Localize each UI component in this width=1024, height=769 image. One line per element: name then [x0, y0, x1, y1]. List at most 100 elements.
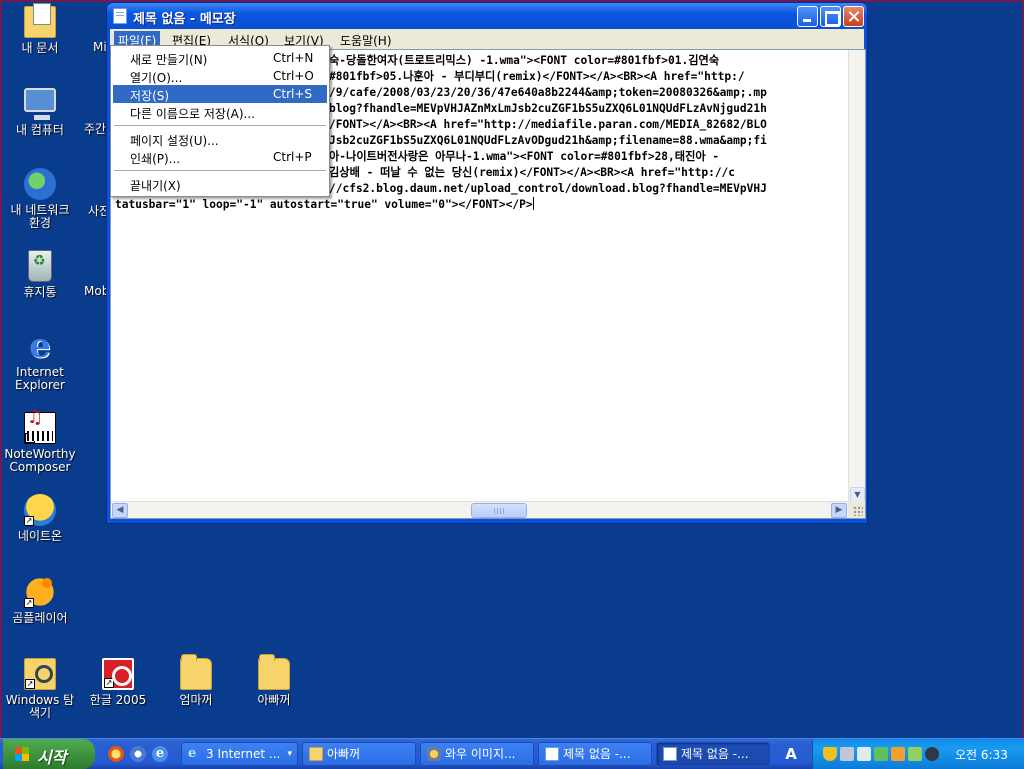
tray-update-icon[interactable] — [891, 747, 905, 761]
quicklaunch-ie-icon[interactable]: e — [152, 746, 168, 762]
hangul-2005-icon: ↗ — [102, 658, 134, 690]
close-button[interactable] — [843, 6, 864, 27]
desktop-icon-label: Internet Explorer — [15, 365, 65, 392]
menu-item-label: 저장(S) — [130, 89, 170, 103]
menu-item-save[interactable]: 저장(S) Ctrl+S — [113, 85, 327, 103]
system-tray: 오전 6:33 — [812, 739, 1024, 769]
window-title: 제목 없음 - 메모장 — [133, 12, 236, 27]
desktop-icon-label: 내 컴퓨터 — [16, 123, 64, 137]
notepad-icon — [545, 747, 559, 761]
image-viewer-icon — [427, 747, 441, 761]
menu-item-page-setup[interactable]: 페이지 설정(U)... — [113, 130, 327, 148]
desktop-icon-label: 내 문서 — [21, 41, 59, 55]
desktop-icon-internet-explorer[interactable]: e Internet Explorer — [4, 326, 76, 392]
desktop-icon-gom-player[interactable]: ↗ 곰플레이어 — [4, 576, 76, 625]
text-line: #801fbf>05.나훈아 - 부디부디(remix)</FONT></A><… — [329, 70, 745, 83]
desktop-icon-folder-dad[interactable]: 아빠꺼 — [238, 654, 310, 707]
desktop-icon-network[interactable]: 내 네트워크 환경 — [4, 168, 76, 230]
desktop-icon-label: NoteWorthy Composer — [4, 447, 76, 474]
group-arrow-icon: ▾ — [287, 749, 292, 759]
shortcut-arrow-icon: ↗ — [25, 679, 35, 689]
desktop-icon-hangul-2005[interactable]: ↗ 한글 2005 — [82, 658, 154, 707]
taskbar-button-notepad-2[interactable]: 제목 없음 -... — [656, 742, 770, 766]
desktop-icon-my-documents[interactable]: 내 문서 — [4, 3, 76, 55]
menu-item-shortcut: Ctrl+N — [273, 51, 314, 65]
taskbar-button-label: 3 Internet ... — [206, 747, 281, 761]
text-line-last: tatusbar="1" loop="-1" autostart="true" … — [115, 197, 534, 213]
menu-item-save-as[interactable]: 다른 이름으로 저장(A)... — [113, 103, 327, 121]
text-line: tatusbar="1" loop="-1" autostart="true" … — [115, 198, 533, 211]
text-line: 아-나이트버전사랑은 아무나-1.wma"><FONT color=#801fb… — [329, 150, 720, 163]
desktop-icon-noteworthy[interactable]: ↗ NoteWorthy Composer — [4, 411, 76, 474]
menu-item-shortcut: Ctrl+S — [273, 87, 313, 101]
desktop-icon-label: 네이트온 — [17, 529, 63, 543]
taskbar-button-folder[interactable]: 아빠꺼 — [302, 742, 416, 766]
noteworthy-composer-icon: ↗ — [24, 411, 56, 444]
network-status-icon[interactable] — [857, 747, 871, 761]
scroll-down-arrow-icon[interactable]: ▼ — [850, 487, 865, 502]
quicklaunch-media-icon[interactable] — [130, 746, 146, 762]
desktop-icon-my-computer[interactable]: 내 컴퓨터 — [4, 88, 76, 137]
internet-explorer-icon: e — [29, 326, 51, 366]
nateon-icon: ↗ — [24, 494, 56, 526]
tray-pen-icon[interactable] — [874, 747, 888, 761]
internet-explorer-icon: e — [188, 746, 197, 761]
menu-item-print[interactable]: 인쇄(P)... Ctrl+P — [113, 148, 327, 166]
network-places-icon — [24, 168, 56, 200]
language-indicator[interactable]: A — [780, 745, 802, 764]
taskbar-button-label: 제목 없음 -... — [681, 747, 749, 761]
desktop-icon-windows-explorer[interactable]: ↗ Windows 탐색기 — [4, 658, 76, 720]
start-button[interactable]: 시작 — [3, 739, 95, 769]
scroll-left-arrow-icon[interactable]: ◀ — [112, 503, 128, 518]
desktop-icon-label: 아빠꺼 — [257, 693, 291, 707]
menu-item-shortcut: Ctrl+O — [273, 69, 314, 83]
menu-help[interactable]: 도움말(H) — [336, 31, 396, 50]
taskbar-button-notepad-1[interactable]: 제목 없음 -... — [538, 742, 652, 766]
horizontal-scrollbar[interactable]: ◀ ▶ — [111, 501, 848, 518]
menu-item-exit[interactable]: 끝내기(X) — [113, 175, 327, 193]
menu-item-new[interactable]: 새로 만들기(N) Ctrl+N — [113, 49, 327, 67]
menu-separator — [114, 170, 326, 171]
desktop-icon-label: 휴지통 — [23, 285, 57, 299]
tray-app-icon[interactable] — [840, 747, 854, 761]
resize-grip-icon[interactable] — [848, 501, 865, 518]
security-shield-icon[interactable] — [823, 747, 837, 761]
quicklaunch-firefox-icon[interactable] — [108, 746, 124, 762]
desktop-icon-label: 내 네트워크 환경 — [10, 203, 70, 230]
desktop-icon-recycle-bin[interactable]: 휴지통 — [4, 250, 76, 299]
desktop-partial-label: 주간 — [84, 122, 107, 136]
shortcut-arrow-icon: ↗ — [24, 516, 34, 526]
maximize-button[interactable] — [820, 6, 841, 27]
recycle-bin-icon — [28, 250, 52, 282]
text-line: //cfs2.blog.daum.net/upload_control/down… — [329, 182, 767, 195]
text-line: /FONT></A><BR><A href="http://mediafile.… — [329, 118, 767, 131]
minimize-button[interactable] — [797, 6, 818, 27]
vertical-scrollbar[interactable]: ▼ — [848, 50, 865, 502]
taskbar-button-wow-image[interactable]: 와우 이미지... — [420, 742, 534, 766]
text-line: blog?fhandle=MEVpVHJAZnMxLmJsb2cuZGF1bS5… — [329, 102, 767, 115]
menu-item-label: 페이지 설정(U)... — [130, 134, 219, 148]
menu-item-label: 열기(O)... — [130, 71, 183, 85]
taskbar: 시작 e e 3 Internet ... ▾ 아빠꺼 와우 이미지... 제목… — [0, 738, 1024, 769]
text-line: 김상배 - 떠날 수 없는 당신(remix)</FONT></A><BR><A… — [329, 166, 736, 179]
clock[interactable]: 오전 6:33 — [955, 746, 1008, 763]
file-menu-dropdown: 새로 만들기(N) Ctrl+N 열기(O)... Ctrl+O 저장(S) C… — [110, 45, 330, 197]
tray-messenger-icon[interactable] — [908, 747, 922, 761]
desktop-icon-label: 곰플레이어 — [12, 611, 68, 625]
volume-icon[interactable] — [925, 747, 939, 761]
desktop-icon-nateon[interactable]: ↗ 네이트온 — [4, 494, 76, 543]
horizontal-scroll-thumb[interactable] — [471, 503, 527, 518]
menu-item-open[interactable]: 열기(O)... Ctrl+O — [113, 67, 327, 85]
notepad-icon[interactable] — [113, 8, 127, 24]
folder-icon — [309, 747, 323, 761]
desktop-icon-label: 한글 2005 — [89, 693, 147, 707]
scroll-right-arrow-icon[interactable]: ▶ — [831, 503, 847, 518]
my-documents-icon — [24, 3, 56, 38]
desktop-icon-folder-mom[interactable]: 엄마꺼 — [160, 654, 232, 707]
menu-item-shortcut: Ctrl+P — [273, 150, 312, 164]
taskbar-button-internet-explorer[interactable]: e 3 Internet ... ▾ — [181, 742, 298, 766]
taskbar-button-label: 아빠꺼 — [327, 747, 361, 761]
text-line: Jsb2cuZGF1bS5uZXQ6L01NQUdFLzAvODgud21h&a… — [329, 134, 767, 147]
title-bar[interactable]: 제목 없음 - 메모장 — [107, 3, 867, 29]
taskbar-button-label: 제목 없음 -... — [563, 747, 631, 761]
